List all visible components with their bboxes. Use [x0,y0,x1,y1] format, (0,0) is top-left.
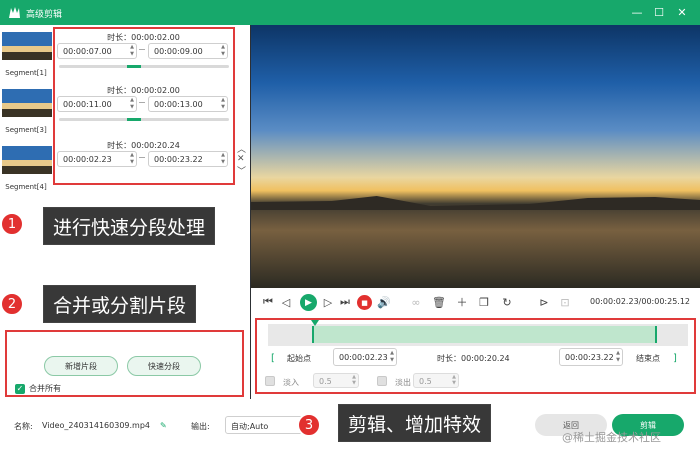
callout-number-badge: 1 [0,212,24,236]
delete-segment-icon[interactable]: ✕ [237,154,245,164]
reset-icon[interactable]: ↻ [500,295,514,309]
callout-number-badge: 3 [297,413,321,437]
segment-label: Segment[3] [5,126,47,134]
segment-thumbnail[interactable] [2,32,52,60]
maximize-button[interactable]: ☐ [649,3,669,21]
move-down-icon[interactable]: ﹀ [237,164,246,177]
play-icon[interactable]: ▶ [300,294,317,311]
annotation-box-buttons [5,330,244,397]
mountain-silhouette [251,196,700,210]
next-frame-icon[interactable]: ▷ [321,295,335,309]
video-preview[interactable] [251,25,700,288]
output-format-select[interactable]: 自动;Auto [225,416,305,434]
annotation-box-editor [255,318,696,394]
volume-icon[interactable]: 🔊 [377,295,391,309]
minimize-button[interactable]: — [627,3,647,21]
crop-icon[interactable]: ⊡ [558,295,572,309]
timecode: 00:00:02.23/00:00:25.12 [590,297,690,306]
set-mark-icon[interactable]: ⊳ [537,295,551,309]
copy-icon[interactable]: ❐ [477,295,491,309]
callout-number-badge: 2 [0,292,24,316]
rename-pencil-icon[interactable]: ✎ [160,421,167,430]
add-icon[interactable]: ＋ [455,295,469,309]
close-button[interactable]: ✕ [672,3,692,21]
annotation-box-segments [53,27,235,185]
segment-thumbnail[interactable] [2,89,52,117]
callout-label: 合并或分割片段 [43,285,197,323]
stop-icon[interactable]: ■ [357,295,372,310]
app-logo-icon [9,7,20,18]
callout-label: 剪辑、增加特效 [338,404,492,442]
title-bar: 高级剪辑 — ☐ ✕ [0,0,700,25]
window-title: 高级剪辑 [26,10,63,20]
segment-thumbnail[interactable] [2,146,52,174]
segment-label: Segment[1] [5,69,47,77]
skip-start-icon[interactable]: ⏮ [261,295,275,309]
playback-controls: ⏮ ◁ ▶ ▷ ⏭ ■ 🔊 ∞ 🗑 ＋ ❐ ↻ ⊳ ⊡ 00:00:02.23/… [251,288,700,316]
watermark: @稀土掘金技术社区 [562,431,661,444]
segment-label: Segment[4] [5,183,47,191]
prev-frame-icon[interactable]: ◁ [279,295,293,309]
skip-end-icon[interactable]: ⏭ [338,295,352,309]
callout-label: 进行快速分段处理 [43,207,216,245]
trash-icon[interactable]: 🗑 [432,295,446,309]
name-label: 名称: [14,422,33,431]
link-icon[interactable]: ∞ [409,295,423,309]
output-label: 输出: [191,422,210,431]
filename: Video_240314160309.mp4 [42,421,150,430]
